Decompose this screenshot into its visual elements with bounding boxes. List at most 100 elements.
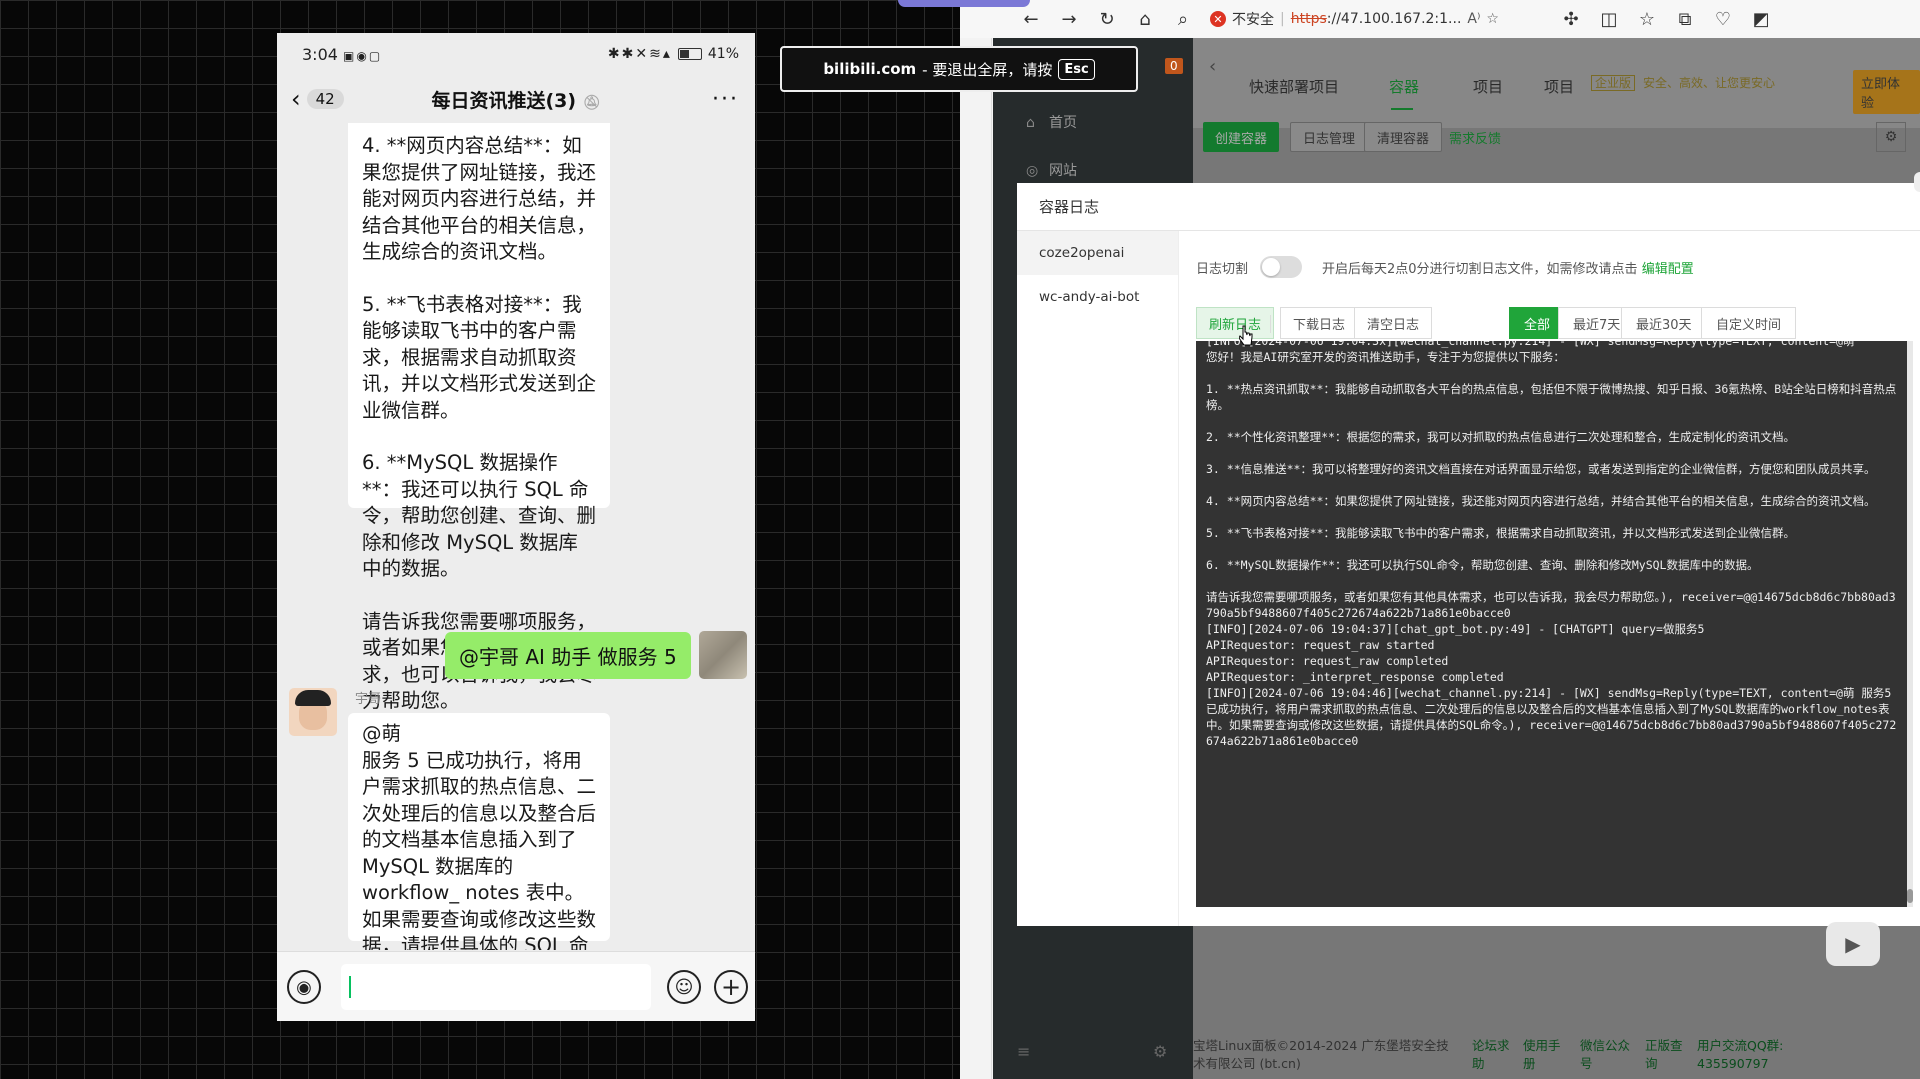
active-tab-underline (1391, 108, 1413, 110)
insecure-icon: ✕ (1210, 11, 1226, 27)
log-line: 请告诉我您需要哪项服务，或者如果您有其他具体需求，也可以告诉我，我会尽力帮助您。… (1206, 590, 1896, 620)
status-time: 3:04 ▣◉▢ (302, 44, 383, 64)
voice-icon[interactable]: ◉ (287, 970, 321, 1004)
chat-title: 每日资讯推送(3) 🔕︎ (431, 89, 601, 112)
reload-icon[interactable]: ↻ (1088, 9, 1126, 30)
qq-group-link[interactable]: 用户交流QQ群: 435590797 (1697, 1037, 1817, 1073)
log-cut-toggle[interactable] (1260, 256, 1303, 278)
log-management-button[interactable]: 日志管理 (1290, 122, 1369, 152)
log-output[interactable]: [INFO][2024-07-06 19:04:3x][wechat_chann… (1196, 341, 1910, 907)
clean-containers-button[interactable]: 清理容器 (1364, 122, 1443, 152)
log-line: 4. **网页内容总结**：如果您提供了网址链接，我还能对网页内容进行总结，并结… (1206, 494, 1876, 508)
address-bar[interactable]: ✕ 不安全 | https://47.100.167.2:1... A⁾ ☆ (1210, 5, 1530, 33)
settings-icon[interactable]: ⚙ (1153, 1042, 1167, 1061)
message-list[interactable]: 4. **网页内容总结**：如果您提供了网址链接，我还能对网页内容进行总结，并结… (277, 123, 755, 950)
message-bubble[interactable]: 4. **网页内容总结**：如果您提供了网址链接，我还能对网页内容进行总结，并结… (348, 123, 610, 712)
log-line: [INFO][2024-07-06 19:04:3x][wechat_chann… (1206, 341, 1855, 348)
message-input[interactable] (341, 964, 651, 1010)
status-bar: 3:04 ▣◉▢ ✱✱✕≋▴ 41% (277, 33, 755, 75)
url-text: ://47.100.167.2:1... (1326, 11, 1462, 27)
feedback-link[interactable]: 需求反馈 (1437, 122, 1513, 152)
menu-collapse-icon[interactable]: ≡ (1017, 1042, 1030, 1061)
clear-log-button[interactable]: 清空日志 (1354, 307, 1433, 339)
log-line: 3. **信息推送**：我可以将整理好的资讯文档直接在对话界面显示给您，或者发送… (1206, 462, 1876, 476)
tab-quick-deploy[interactable]: 快速部署项目 (1249, 76, 1339, 97)
back-arrow-icon[interactable]: ← (1012, 9, 1050, 30)
container-log-modal: 容器日志 coze2openai wc-andy-ai-bot 日志切割 开启后… (1017, 183, 1920, 926)
sidebar-item-home[interactable]: ⌂ 首页 (1026, 112, 1077, 132)
range-all-button[interactable]: 全部 (1509, 307, 1566, 339)
performance-icon[interactable]: ♡ (1704, 9, 1742, 30)
bell-off-icon: 🔕︎ (582, 94, 601, 111)
url-scheme: https (1290, 11, 1327, 27)
emoji-icon[interactable]: ☺ (667, 970, 701, 1004)
zoom-icon[interactable]: ⌕ (1164, 9, 1202, 30)
forum-link[interactable]: 论坛求助 (1472, 1037, 1512, 1073)
log-scrollbar[interactable] (1907, 341, 1913, 907)
wechat-link[interactable]: 微信公众号 (1580, 1037, 1630, 1073)
log-line: APIRequestor: request_raw started (1206, 638, 1435, 652)
log-content: [INFO][2024-07-06 19:04:3x][wechat_chann… (1196, 341, 1910, 749)
create-container-button[interactable]: 创建容器 (1203, 122, 1280, 152)
try-now-button[interactable]: 立即体验 (1853, 70, 1920, 114)
text-caret (349, 976, 351, 998)
play-icon[interactable]: ▶ (1826, 922, 1880, 966)
globe-icon: ◎ (1026, 163, 1039, 179)
favorites-icon[interactable]: ☆ (1628, 9, 1666, 30)
sidebar-item-website[interactable]: ◎ 网站 (1026, 160, 1077, 180)
container-item[interactable]: wc-andy-ai-bot (1017, 275, 1178, 319)
modal-close-edge[interactable] (1914, 172, 1920, 192)
sender-avatar[interactable] (289, 688, 337, 736)
battery-percent: 41% (707, 46, 739, 62)
home-icon[interactable]: ⌂ (1126, 9, 1164, 30)
edit-config-link[interactable]: 编辑配置 (1642, 262, 1694, 277)
top-navigation: ‹ 快速部署项目 容器 项目 项目 企业版 安全、高效、让您更安心 立即体验 (1193, 38, 1920, 128)
collections-icon[interactable]: ⧉ (1666, 9, 1704, 30)
read-aloud-icon[interactable]: A⁾ (1467, 11, 1480, 27)
battery-icon (677, 48, 702, 60)
notice-site: bilibili.com (823, 60, 917, 78)
settings-gear-icon[interactable]: ⚙ (1876, 122, 1906, 152)
esc-key: Esc (1058, 58, 1095, 80)
favorite-star-icon[interactable]: ☆ (1486, 11, 1499, 27)
copilot-icon[interactable]: ◩ (1742, 9, 1780, 30)
input-bar: ◉ ☺ + (277, 951, 755, 1021)
range-30days-button[interactable]: 最近30天 (1621, 307, 1707, 339)
scrollbar-thumb[interactable] (1907, 889, 1913, 903)
range-custom-button[interactable]: 自定义时间 (1701, 307, 1797, 339)
sender-name: 宇哥 (355, 692, 382, 707)
reply-text: 服务 5 已成功执行，将用户需求抓取的热点信息、二次处理后的信息以及整合后的文档… (362, 748, 597, 951)
my-avatar[interactable] (699, 631, 747, 679)
tab-projects[interactable]: 项目 (1473, 76, 1503, 97)
fullscreen-notice: bilibili.com - 要退出全屏，请按 Esc (780, 46, 1138, 92)
pointer-cursor-icon (1239, 325, 1253, 346)
signal-icons: ✱✱✕≋▴ (607, 46, 672, 62)
more-icon[interactable]: ··· (712, 87, 739, 112)
forward-arrow-icon[interactable]: → (1050, 9, 1088, 30)
tab-containers[interactable]: 容器 (1389, 76, 1419, 97)
manual-link[interactable]: 使用手册 (1523, 1037, 1563, 1073)
message-paragraph: 6. **MySQL 数据操作**：我还可以执行 SQL 命令，帮助您创建、查询… (362, 451, 597, 580)
active-tab-indicator (898, 0, 1030, 7)
phone-screen: 3:04 ▣◉▢ ✱✱✕≋▴ 41% ‹ 42 每日资讯推送(3) 🔕︎ ···… (277, 33, 755, 1021)
log-line: 6. **MySQL数据操作**：我还可以执行SQL命令，帮助您创建、查询、删除… (1206, 558, 1759, 572)
refresh-log-button[interactable]: 刷新日志 (1196, 307, 1275, 339)
container-item[interactable]: coze2openai (1017, 231, 1178, 275)
notification-badge[interactable]: 0 (1165, 58, 1183, 74)
download-log-button[interactable]: 下载日志 (1280, 307, 1359, 339)
tab-projects-2[interactable]: 项目 (1544, 76, 1574, 97)
reply-bubble[interactable]: @萌 服务 5 已成功执行，将用户需求抓取的热点信息、二次处理后的信息以及整合后… (348, 713, 610, 950)
genuine-check-link[interactable]: 正版查询 (1645, 1037, 1685, 1073)
promo-banner[interactable]: 企业版 安全、高效、让您更安心 (1591, 74, 1775, 91)
extensions-icon[interactable]: ✣ (1552, 9, 1590, 30)
nav-back-icon[interactable]: ‹ (1209, 56, 1216, 77)
action-divider (1270, 315, 1271, 333)
split-screen-icon[interactable]: ◫ (1590, 9, 1628, 30)
my-message-bubble[interactable]: @宇哥 AI 助手 做服务 5 (445, 632, 691, 679)
plus-icon[interactable]: + (714, 970, 748, 1004)
